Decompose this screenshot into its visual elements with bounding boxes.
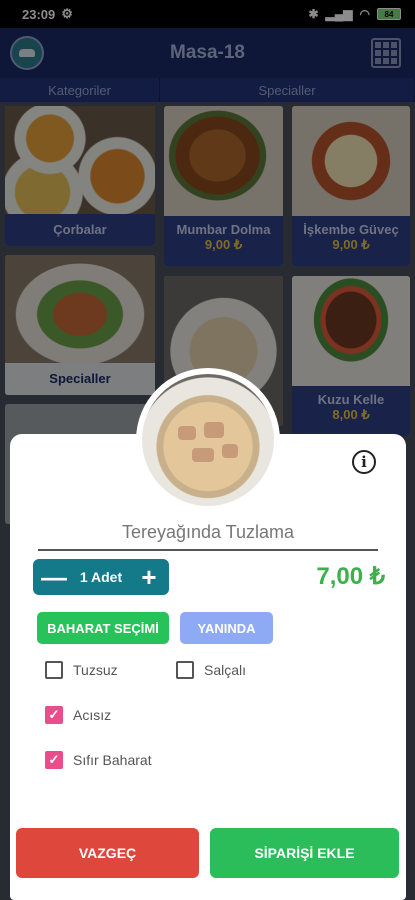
product-image [136, 368, 280, 512]
checkbox-checked[interactable]: ✓ [45, 751, 63, 769]
dialog-price: 7,00 ₺ [316, 563, 385, 590]
quantity-stepper: — 1 Adet + [33, 559, 169, 595]
option-sifir-baharat[interactable]: ✓ Sıfır Baharat [45, 751, 152, 769]
plus-icon[interactable]: + [137, 564, 161, 590]
option-acisiz[interactable]: ✓ Acısız [45, 706, 111, 724]
option-label: Acısız [73, 707, 112, 723]
minus-icon[interactable]: — [41, 564, 67, 590]
option-tuzsuz[interactable]: Tuzsuz [45, 661, 118, 679]
product-photo [142, 374, 274, 506]
divider [38, 549, 378, 551]
info-icon[interactable]: i [352, 450, 376, 474]
add-order-button[interactable]: SİPARİŞİ EKLE [210, 828, 399, 878]
option-salcali[interactable]: Salçalı [176, 661, 246, 679]
option-label: Salçalı [204, 662, 247, 678]
checkbox-checked[interactable]: ✓ [45, 706, 63, 724]
dialog-product-name: Tereyağında Tuzlama [121, 522, 295, 542]
checkbox[interactable] [45, 661, 63, 679]
side-selection-button[interactable]: YANINDA [180, 612, 273, 644]
cancel-button[interactable]: VAZGEÇ [16, 828, 199, 878]
option-label: Sıfır Baharat [73, 752, 152, 768]
spice-selection-button[interactable]: BAHARAT SEÇİMİ [37, 612, 169, 644]
option-label: Tuzsuz [73, 662, 118, 678]
quantity-value: 1 Adet [79, 569, 123, 585]
checkbox[interactable] [176, 661, 194, 679]
